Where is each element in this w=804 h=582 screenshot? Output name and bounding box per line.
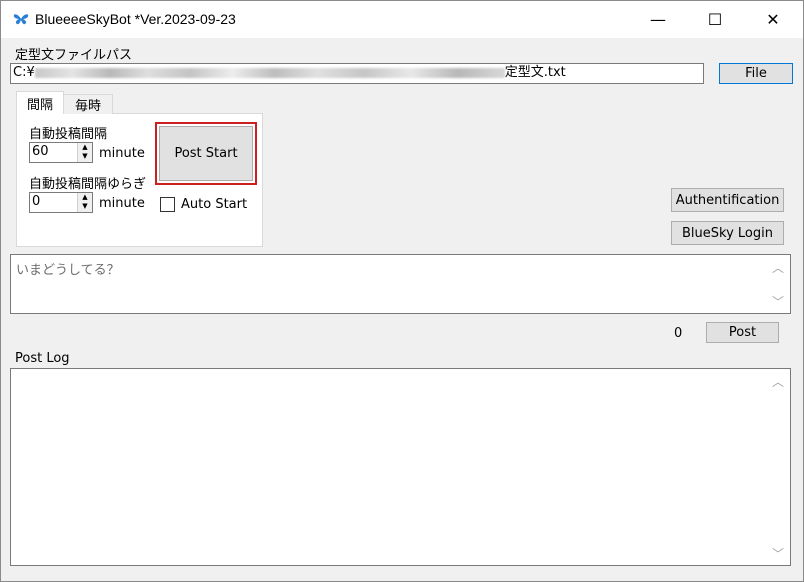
scroll-up-icon[interactable]: ︿ <box>772 259 784 276</box>
jitter-spinner[interactable]: 0 ▲ ▼ <box>29 192 93 213</box>
interval-unit: minute <box>99 146 145 161</box>
scroll-down-icon[interactable]: ﹀ <box>772 545 784 562</box>
scroll-up-icon[interactable]: ︿ <box>772 373 784 390</box>
jitter-value: 0 <box>32 194 41 209</box>
redacted-path <box>34 67 505 78</box>
close-button[interactable]: ✕ <box>750 1 796 38</box>
spinner-arrows[interactable]: ▲ ▼ <box>77 193 92 212</box>
spinner-down-icon[interactable]: ▼ <box>78 202 92 211</box>
spinner-arrows[interactable]: ▲ ▼ <box>77 143 92 162</box>
file-path-label: 定型文ファイルパス <box>15 48 133 63</box>
minimize-button[interactable]: — <box>635 1 681 38</box>
tab-hourly[interactable]: 毎時 <box>63 94 113 114</box>
spinner-down-icon[interactable]: ▼ <box>78 152 92 161</box>
butterfly-icon <box>13 14 29 25</box>
spinner-up-icon[interactable]: ▲ <box>78 143 92 152</box>
authentification-button[interactable]: Authentification <box>671 188 784 212</box>
compose-placeholder: いまどうしてる？ <box>16 263 120 278</box>
window-title: BlueeeeSkyBot *Ver.2023-09-23 <box>35 11 236 27</box>
tab-interval[interactable]: 間隔 <box>16 91 64 114</box>
post-log-label: Post Log <box>15 351 70 366</box>
app-window: BlueeeeSkyBot *Ver.2023-09-23 — ☐ ✕ 定型文フ… <box>0 0 804 582</box>
auto-start-checkbox[interactable] <box>160 197 175 212</box>
file-path-input[interactable]: C:¥ 定型文.txt <box>10 63 704 84</box>
interval-value: 60 <box>32 144 49 159</box>
scroll-down-icon[interactable]: ﹀ <box>772 293 784 310</box>
compose-textarea[interactable]: いまどうしてる？ ︿ ﹀ <box>10 254 791 314</box>
interval-label: 自動投稿間隔 <box>29 127 108 142</box>
auto-start-label: Auto Start <box>181 197 248 212</box>
jitter-label: 自動投稿間隔ゆらぎ <box>29 177 147 192</box>
post-log-area[interactable]: ︿ ﹀ <box>10 368 791 566</box>
char-count: 0 <box>674 326 683 341</box>
file-path-suffix: 定型文.txt <box>504 65 566 80</box>
jitter-unit: minute <box>99 196 145 211</box>
maximize-button[interactable]: ☐ <box>692 1 738 38</box>
file-button[interactable]: File <box>719 63 793 84</box>
title-bar[interactable]: BlueeeeSkyBot *Ver.2023-09-23 — ☐ ✕ <box>1 1 803 38</box>
spinner-up-icon[interactable]: ▲ <box>78 193 92 202</box>
bluesky-login-button[interactable]: BlueSky Login <box>671 221 784 245</box>
file-path-prefix: C:¥ <box>13 65 35 80</box>
interval-spinner[interactable]: 60 ▲ ▼ <box>29 142 93 163</box>
post-start-button[interactable]: Post Start <box>159 126 253 181</box>
post-button[interactable]: Post <box>706 322 779 343</box>
